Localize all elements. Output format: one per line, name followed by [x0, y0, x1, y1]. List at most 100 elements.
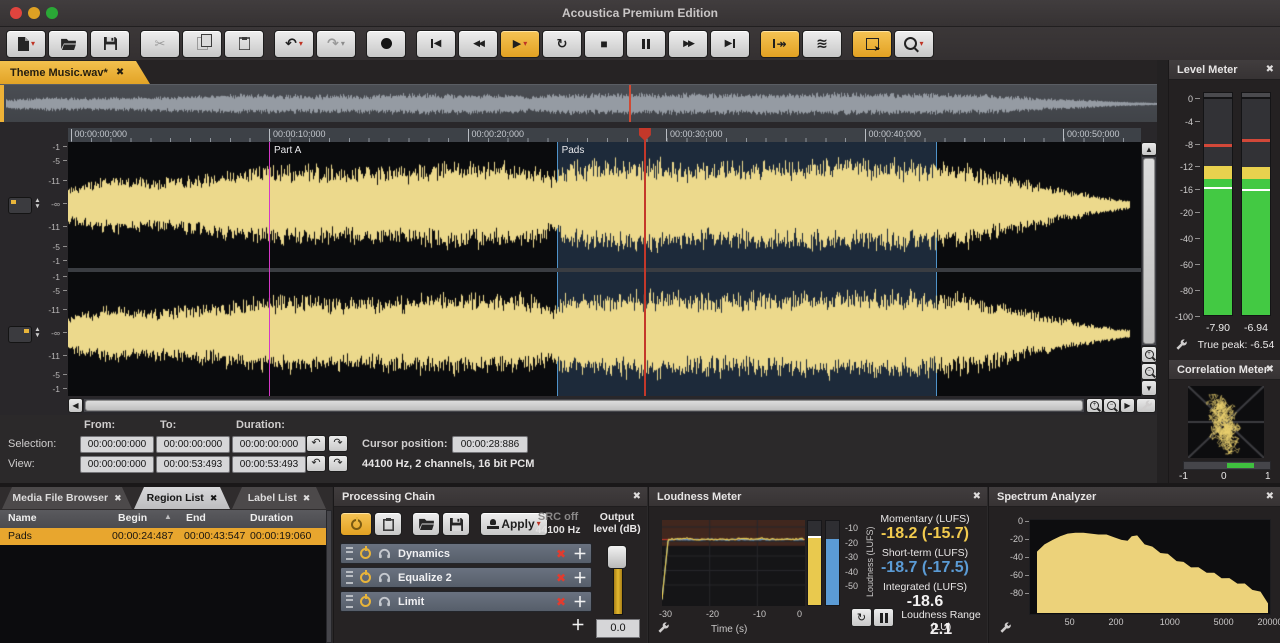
undo-view-button[interactable]: ↶	[306, 455, 326, 472]
headphones-icon[interactable]	[378, 548, 391, 559]
stop-button[interactable]: ■	[584, 30, 624, 58]
view-from-field[interactable]: 00:00:00:000	[80, 456, 154, 473]
copy-button[interactable]	[182, 30, 222, 58]
zoom-in-horizontal-button[interactable]: +	[1086, 398, 1103, 413]
view-to-field[interactable]: 00:00:53:493	[156, 456, 230, 473]
file-tab-close-icon[interactable]: ✖	[116, 67, 124, 78]
remove-effect-icon[interactable]: ✖	[556, 547, 566, 561]
channel-divider[interactable]	[68, 268, 1141, 272]
loop-button[interactable]: ↻	[542, 30, 582, 58]
undo-selection-button[interactable]: ↶	[306, 435, 326, 452]
chain-item-dynamics[interactable]: Dynamics✖＋	[340, 543, 592, 564]
horizontal-splitter[interactable]	[0, 483, 1280, 487]
selection-to-field[interactable]: 00:00:00:000	[156, 436, 230, 453]
column-header-begin[interactable]: Begin	[118, 512, 147, 524]
power-icon[interactable]	[360, 596, 371, 607]
browser-tab-media-file-browser[interactable]: Media File Browser✖	[2, 487, 132, 509]
channel2-waveform[interactable]	[68, 272, 1141, 396]
new-file-button[interactable]: ▾	[6, 30, 46, 58]
power-icon[interactable]	[360, 548, 371, 559]
channel1-spinner[interactable]: ▲▼	[33, 198, 42, 210]
paste-button[interactable]	[224, 30, 264, 58]
view-start-marker[interactable]	[0, 85, 4, 123]
add-effect-icon[interactable]: ＋	[573, 544, 587, 564]
overview-playhead[interactable]	[629, 85, 631, 123]
chain-item-equalize-2[interactable]: Equalize 2✖＋	[340, 567, 592, 588]
region-list-row[interactable]: Pads00:00:24:48700:00:43:54700:00:19:060	[0, 528, 326, 545]
chain-paste-button[interactable]	[374, 512, 402, 536]
channel1-waveform[interactable]	[68, 142, 1141, 268]
channel1-select-button[interactable]	[8, 197, 32, 214]
scroll-up-button[interactable]: ▲	[1141, 142, 1157, 156]
overview-strip[interactable]	[0, 84, 1168, 123]
view-duration-field[interactable]: 00:00:53:493	[232, 456, 306, 473]
add-effect-icon[interactable]: ＋	[573, 568, 587, 588]
vertical-scrollbar-thumb[interactable]	[1143, 158, 1155, 344]
headphones-icon[interactable]	[378, 596, 391, 607]
scroll-down-button[interactable]: ▼	[1141, 380, 1157, 396]
remove-effect-icon[interactable]: ✖	[556, 595, 566, 609]
redo-view-button[interactable]: ↷	[328, 455, 348, 472]
channel2-select-button[interactable]	[8, 326, 32, 343]
zoom-in-vertical-button[interactable]: +	[1141, 346, 1157, 363]
scroll-right-button[interactable]: ▶	[1120, 398, 1135, 413]
redo-selection-button[interactable]: ↷	[328, 435, 348, 452]
horizontal-scrollbar[interactable]	[83, 398, 1085, 413]
vertical-scrollbar[interactable]	[1141, 156, 1157, 346]
region-list-scrollbar[interactable]	[326, 510, 332, 643]
browser-tab-close-icon[interactable]: ✖	[210, 493, 218, 504]
go-to-end-button[interactable]: ▶	[710, 30, 750, 58]
chain-enable-button[interactable]	[340, 512, 372, 536]
play-button[interactable]: ▶▾	[500, 30, 540, 58]
file-tab[interactable]: Theme Music.wav* ✖	[0, 61, 150, 84]
loudness-settings-icon[interactable]	[657, 621, 670, 634]
loudness-meter-close-icon[interactable]: ✖	[973, 487, 981, 507]
add-effect-icon[interactable]: ＋	[571, 615, 585, 635]
loudness-pause-button[interactable]	[873, 608, 894, 627]
spectral-view-button[interactable]: ≋	[802, 30, 842, 58]
column-header-duration[interactable]: Duration	[250, 512, 293, 524]
power-icon[interactable]	[360, 572, 371, 583]
time-ruler[interactable]: 00:00:00:00000:00:10:00000:00:20:00000:0…	[68, 128, 1141, 143]
go-to-start-button[interactable]: ◀	[416, 30, 456, 58]
zoom-out-vertical-button[interactable]: −	[1141, 363, 1157, 380]
output-level-slider-handle[interactable]	[607, 545, 627, 569]
cut-button[interactable]: ✂	[140, 30, 180, 58]
open-file-button[interactable]	[48, 30, 88, 58]
browser-tab-region-list[interactable]: Region List✖	[134, 487, 230, 509]
chain-save-button[interactable]	[442, 512, 470, 536]
scroll-left-button[interactable]: ◀	[68, 398, 83, 413]
drag-handle-icon[interactable]	[346, 571, 353, 584]
column-header-name[interactable]: Name	[8, 512, 37, 524]
headphones-icon[interactable]	[378, 572, 391, 583]
add-effect-icon[interactable]: ＋	[573, 592, 587, 612]
save-file-button[interactable]	[90, 30, 130, 58]
drag-handle-icon[interactable]	[346, 595, 353, 608]
undo-button[interactable]: ↶▾	[274, 30, 314, 58]
loudness-reset-button[interactable]: ↻	[851, 608, 872, 627]
region-list-header[interactable]: NameBeginEndDuration▲	[0, 510, 326, 528]
rewind-button[interactable]: ◀◀	[458, 30, 498, 58]
selection-tool-button[interactable]	[852, 30, 892, 58]
zoom-tool-button[interactable]: ▾	[894, 30, 934, 58]
drag-handle-icon[interactable]	[346, 547, 353, 560]
correlation-meter-close-icon[interactable]: ✖	[1266, 360, 1274, 380]
spectrum-analyzer-close-icon[interactable]: ✖	[1266, 487, 1274, 507]
level-meter-settings-icon[interactable]	[1175, 338, 1188, 351]
redo-button[interactable]: ↷▾	[316, 30, 356, 58]
browser-tab-close-icon[interactable]: ✖	[114, 493, 122, 504]
marker-line[interactable]	[269, 142, 270, 396]
channel2-spinner[interactable]: ▲▼	[33, 327, 42, 339]
selection-duration-field[interactable]: 00:00:00:000	[232, 436, 306, 453]
column-header-end[interactable]: End	[186, 512, 206, 524]
fast-forward-button[interactable]: ▶▶	[668, 30, 708, 58]
selection-from-field[interactable]: 00:00:00:000	[80, 436, 154, 453]
horizontal-scrollbar-thumb[interactable]	[85, 400, 1083, 411]
overview-waveform[interactable]	[6, 88, 1160, 120]
zoom-settings-button[interactable]	[1136, 398, 1156, 413]
browser-tab-label-list[interactable]: Label List✖	[232, 487, 326, 509]
chain-item-limit[interactable]: Limit✖＋	[340, 591, 592, 612]
processing-chain-close-icon[interactable]: ✖	[633, 487, 641, 507]
follow-playback-button[interactable]: ↠	[760, 30, 800, 58]
remove-effect-icon[interactable]: ✖	[556, 571, 566, 585]
